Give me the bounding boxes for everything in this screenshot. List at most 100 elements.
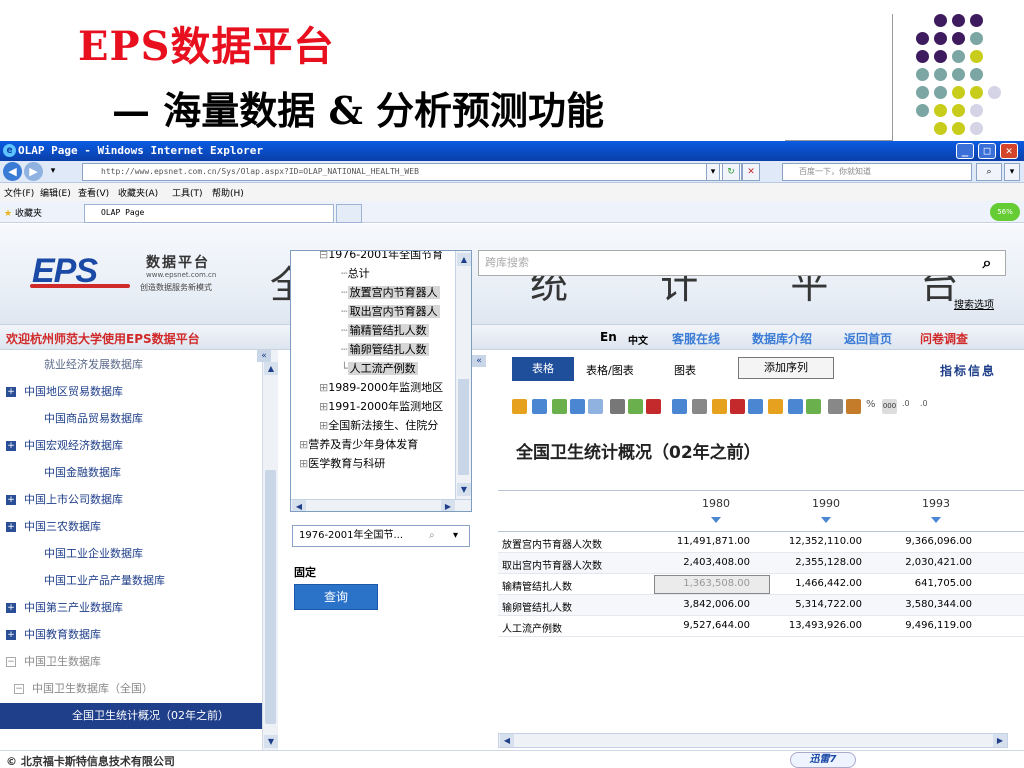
scroll-right-icon[interactable]: ▶ bbox=[993, 734, 1007, 747]
dimension-tree[interactable]: ⊟1976-2001年全国节育 ┄总计 ┄ 放置宫内节育器人 ┄ 取出宫内节育器人 ┄ 输精管… bbox=[290, 250, 472, 512]
collapse-sidebar-icon[interactable]: « bbox=[257, 350, 271, 362]
chevron-down-icon[interactable]: ▾ bbox=[453, 526, 458, 546]
xunlei-badge[interactable]: 迅雷7 bbox=[790, 752, 856, 768]
indicator-info-link[interactable]: 指标信息 bbox=[940, 362, 996, 379]
collapse-icon[interactable]: − bbox=[14, 684, 24, 694]
format-icon[interactable] bbox=[828, 399, 843, 414]
query-button[interactable]: 查询 bbox=[294, 584, 378, 610]
table-cell[interactable]: 3,580,344.00 bbox=[870, 599, 978, 610]
row-label[interactable]: 放置宫内节育器人次数 bbox=[502, 536, 602, 551]
expand-icon[interactable]: ⊞ bbox=[299, 457, 308, 470]
tab-table[interactable]: 表格 bbox=[512, 357, 574, 381]
expand-icon[interactable]: ⊞ bbox=[299, 438, 308, 451]
nav-link-customer-service[interactable]: 客服在线 bbox=[672, 330, 720, 347]
search-icon[interactable]: ⌕ bbox=[976, 163, 1002, 181]
highlight-icon[interactable] bbox=[712, 399, 727, 414]
row-label[interactable]: 输精管结扎人数 bbox=[502, 578, 572, 593]
scroll-thumb[interactable] bbox=[265, 470, 276, 724]
dimension-combo[interactable]: 1976-2001年全国节... ⌕ ▾ bbox=[292, 525, 470, 547]
tree-item[interactable]: └ 人工流产例数 bbox=[341, 359, 418, 379]
expand-icon[interactable]: ⊞ bbox=[319, 419, 328, 432]
menu-tools[interactable]: 工具(T) bbox=[172, 186, 203, 199]
expand-icon[interactable]: + bbox=[6, 387, 16, 397]
row-label[interactable]: 取出宫内节育器人次数 bbox=[502, 557, 602, 572]
maximize-button[interactable]: □ bbox=[978, 143, 996, 159]
sidebar-item[interactable]: + 中国教育数据库 bbox=[0, 622, 262, 648]
save-icon[interactable] bbox=[532, 399, 547, 414]
address-input[interactable]: http://www.epsnet.com.cn/Sys/Olap.aspx?I… bbox=[82, 163, 742, 181]
tab-chart[interactable]: 图表 bbox=[674, 362, 696, 378]
sort-down-icon[interactable] bbox=[821, 517, 831, 523]
tree-item[interactable]: ┄ 输精管结扎人数 bbox=[341, 321, 429, 341]
tree-item[interactable]: ┄ 放置宫内节育器人 bbox=[341, 283, 440, 303]
menu-file[interactable]: 文件(F) bbox=[4, 186, 34, 199]
redo-icon[interactable] bbox=[588, 399, 603, 414]
table-cell[interactable]: 13,493,926.00 bbox=[760, 620, 868, 631]
scroll-left-icon[interactable]: ◀ bbox=[292, 500, 306, 511]
columns-icon[interactable] bbox=[748, 399, 763, 414]
scroll-down-icon[interactable]: ▼ bbox=[457, 483, 471, 496]
chart-icon[interactable] bbox=[806, 399, 821, 414]
tree-item[interactable]: ⊞全国新法接生、住院分 bbox=[319, 416, 438, 436]
nav-link-en[interactable]: En bbox=[600, 330, 617, 344]
expand-icon[interactable]: + bbox=[6, 603, 16, 613]
expand-icon[interactable]: + bbox=[6, 522, 16, 532]
thousands-icon[interactable]: 000 bbox=[882, 399, 897, 414]
sidebar-item[interactable]: 中国工业产品产量数据库 bbox=[0, 568, 262, 594]
collapse-panel-icon[interactable]: « bbox=[472, 355, 486, 367]
stats-icon[interactable] bbox=[768, 399, 783, 414]
year-column-header[interactable]: 1980 bbox=[666, 497, 766, 510]
sidebar-item[interactable]: − 中国卫生数据库（全国） bbox=[0, 676, 262, 702]
row-label[interactable]: 人工流产例数 bbox=[502, 620, 562, 635]
expand-icon[interactable]: ⊞ bbox=[319, 400, 328, 413]
menu-edit[interactable]: 编辑(E) bbox=[40, 186, 71, 199]
tree-item[interactable]: ⊞营养及青少年身体发育 bbox=[299, 435, 418, 455]
search-dropdown-icon[interactable]: ▾ bbox=[1004, 163, 1020, 181]
pdf-icon[interactable] bbox=[646, 399, 661, 414]
add-series-button[interactable]: 添加序列 bbox=[738, 357, 834, 379]
close-button[interactable]: ✕ bbox=[1000, 143, 1018, 159]
table-cell[interactable]: 9,496,119.00 bbox=[870, 620, 978, 631]
back-arrow-icon[interactable]: ◀ bbox=[3, 162, 22, 181]
search-engine-input[interactable]: 百度一下，你就知道 bbox=[782, 163, 972, 181]
sidebar-item[interactable]: + 中国三农数据库 bbox=[0, 514, 262, 540]
sidebar-item[interactable]: + 中国宏观经济数据库 bbox=[0, 433, 262, 459]
scroll-down-icon[interactable]: ▼ bbox=[264, 735, 278, 748]
undo-icon[interactable] bbox=[570, 399, 585, 414]
nav-link-db-intro[interactable]: 数据库介绍 bbox=[752, 330, 812, 347]
percent-icon[interactable]: % bbox=[866, 399, 881, 414]
table-cell[interactable]: 641,705.00 bbox=[870, 578, 978, 589]
report-hscrollbar[interactable]: ◀ ▶ bbox=[498, 733, 1008, 748]
search-icon[interactable]: ⌕ bbox=[972, 253, 1002, 273]
table-cell[interactable]: 2,030,421.00 bbox=[870, 557, 978, 568]
grid-icon[interactable] bbox=[730, 399, 745, 414]
table-cell[interactable]: 3,842,006.00 bbox=[648, 599, 756, 610]
scroll-left-icon[interactable]: ◀ bbox=[500, 734, 514, 747]
search-options-link[interactable]: 搜索选项 bbox=[954, 296, 994, 311]
calc-icon[interactable] bbox=[788, 399, 803, 414]
scroll-up-icon[interactable]: ▲ bbox=[457, 253, 471, 266]
swap-icon[interactable] bbox=[552, 399, 567, 414]
menu-view[interactable]: 查看(V) bbox=[78, 186, 109, 199]
search-icon[interactable]: ⌕ bbox=[429, 526, 435, 546]
stop-icon[interactable]: ✕ bbox=[742, 163, 760, 181]
sidebar-item[interactable]: 全国卫生统计概况（02年之前） bbox=[0, 703, 262, 729]
tab-olap-page[interactable]: OLAP Page bbox=[84, 204, 334, 223]
tab-table-chart[interactable]: 表格/图表 bbox=[586, 362, 634, 378]
table-cell[interactable]: 1,363,508.00 bbox=[648, 578, 756, 589]
sidebar-item[interactable]: + 中国上市公司数据库 bbox=[0, 487, 262, 513]
decimal-add-icon[interactable]: .0 bbox=[902, 399, 917, 414]
expand-icon[interactable]: + bbox=[6, 441, 16, 451]
nav-link-survey[interactable]: 问卷调查 bbox=[920, 330, 968, 347]
sort-down-icon[interactable] bbox=[711, 517, 721, 523]
scroll-up-icon[interactable]: ▲ bbox=[264, 362, 278, 375]
sidebar-item[interactable]: 中国商品贸易数据库 bbox=[0, 406, 262, 432]
table-cell[interactable]: 2,403,408.00 bbox=[648, 557, 756, 568]
sidebar-item[interactable]: 就业经济发展数据库 bbox=[0, 352, 262, 378]
nav-link-chinese[interactable]: 中文 bbox=[628, 332, 648, 347]
year-column-header[interactable]: 1990 bbox=[776, 497, 876, 510]
tree-hscrollbar[interactable]: ◀ ▶ bbox=[291, 499, 471, 511]
decimal-remove-icon[interactable]: .0 bbox=[920, 399, 935, 414]
table-cell[interactable]: 2,355,128.00 bbox=[760, 557, 868, 568]
tree-item[interactable]: ┄ 取出宫内节育器人 bbox=[341, 302, 440, 322]
